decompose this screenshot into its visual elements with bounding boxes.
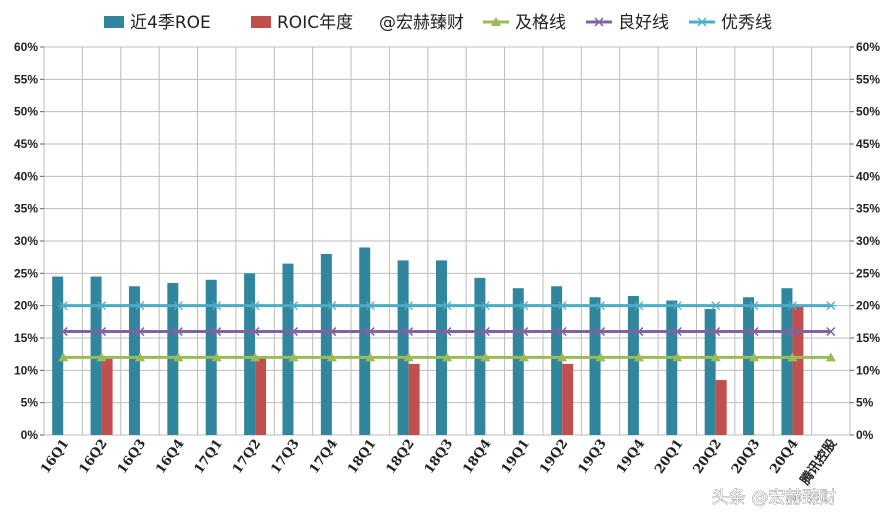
bar-roe [704,308,716,435]
y-tick-left: 45% [14,137,38,151]
y-tick-left: 60% [14,40,38,54]
bar-roe [512,288,524,435]
legend-marker [697,17,707,27]
bar-roe [627,295,639,435]
y-tick-right: 15% [856,331,880,345]
chart-area: 0% 0% 5% 5% 10% 10% 15% 15% 20% 20% 25% 25% 30% 30% 35… [0,0,888,525]
bar-roe [244,273,256,435]
legend-label: ROIC年度 [277,13,353,33]
bar-roe [589,297,601,435]
x-tick-label: 16Q1 [38,437,72,477]
y-tick-right: 35% [856,202,880,216]
bar-roe [359,247,371,435]
bar-roic [792,306,804,435]
bar-roe [397,260,409,435]
y-tick-left: 5% [21,396,39,410]
y-tick-right: 25% [856,266,880,280]
x-tick-label: 20Q3 [729,437,763,477]
x-tick-label: 18Q4 [460,437,494,477]
y-tick-right: 20% [856,299,880,313]
x-tick-label: 16Q4 [153,437,187,477]
legend-swatch [104,16,124,28]
y-tick-left: 25% [14,266,38,280]
y-tick-left: 40% [14,169,38,183]
x-tick-label: 17Q4 [307,437,341,477]
x-tick-label: 19Q4 [614,437,648,477]
legend-note: @宏赫臻财 [379,13,464,33]
x-tick-label: 20Q4 [767,437,801,477]
x-tick-label: 19Q1 [499,437,533,477]
y-tick-left: 0% [21,428,39,442]
bar-roic [715,380,727,435]
y-tick-left: 50% [14,105,38,119]
y-tick-right: 50% [856,105,880,119]
bar-roe [781,288,793,435]
x-tick-label: 16Q2 [76,437,110,477]
y-tick-right: 30% [856,234,880,248]
y-tick-left: 20% [14,299,38,313]
x-tick-label: 19Q3 [575,437,609,477]
y-tick-right: 40% [856,169,880,183]
x-tick-label: 17Q3 [268,437,302,477]
x-tick-label: 20Q2 [691,437,725,477]
bar-roic [562,363,574,435]
bar-roic [255,357,267,435]
watermark-text: 头条 @宏赫臻财 [712,488,836,508]
x-tick-label: 17Q1 [192,437,226,477]
y-tick-right: 10% [856,363,880,377]
y-tick-left: 10% [14,363,38,377]
legend: 近4季ROE ROIC年度 及格线 良好线 优秀线 @宏赫臻财 [104,13,772,33]
y-tick-left: 15% [14,331,38,345]
bar-roic [408,363,420,435]
y-tick-right: 60% [856,40,880,54]
y-tick-left: 30% [14,234,38,248]
y-tick-right: 5% [856,396,874,410]
roe-roic-chart: 0% 0% 5% 5% 10% 10% 15% 15% 20% 20% 25% 25% 30% 30% 35… [14,13,880,509]
bar-roe [320,253,332,435]
y-tick-right: 45% [856,137,880,151]
x-tick-label: 18Q2 [384,437,418,477]
y-tick-right: 0% [856,428,874,442]
legend-label: 良好线 [618,13,669,33]
y-tick-left: 55% [14,72,38,86]
legend-label: 及格线 [515,13,566,33]
x-tick-label: 20Q1 [652,437,686,477]
bar-roe [436,260,447,435]
legend-label: 优秀线 [721,13,772,33]
watermark: 头条 @宏赫臻财 [712,488,837,509]
x-tick-label: 19Q2 [537,437,571,477]
legend-label: 近4季ROE [130,13,211,33]
bar-roic [101,357,113,435]
x-tick-label: 16Q3 [115,437,149,477]
y-tick-right: 55% [856,72,880,86]
x-tick-label: 17Q2 [230,437,264,477]
y-tick-left: 35% [14,202,38,216]
x-tick-label: 18Q1 [345,437,379,477]
bar-roe [743,297,755,435]
legend-swatch [251,16,271,28]
bar-roe [282,263,294,435]
bar-roe [666,300,678,435]
x-tick-label: 腾讯控股 [797,436,841,489]
x-tick-label: 18Q3 [422,437,456,477]
